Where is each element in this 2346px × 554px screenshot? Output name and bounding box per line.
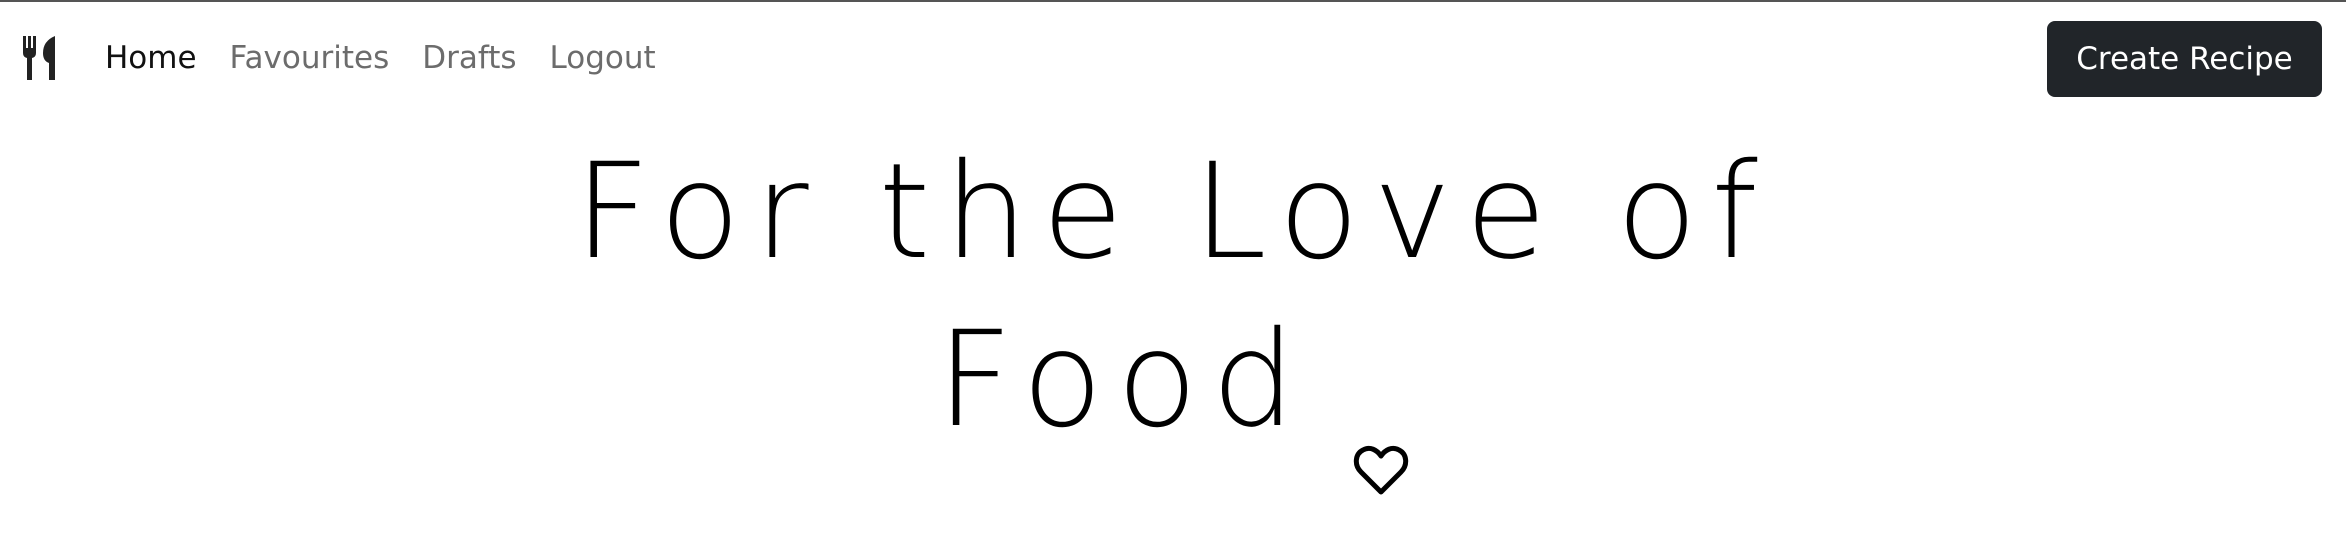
create-recipe-button[interactable]: Create Recipe (2047, 21, 2322, 97)
nav-favourites-link[interactable]: Favourites (230, 40, 390, 76)
heart-icon (1353, 368, 1409, 495)
hero-title-line-2-row: Food (0, 296, 2346, 495)
hero-title-line-2: Food (936, 303, 1310, 457)
brand-utensils-icon[interactable] (22, 36, 58, 80)
nav-links: Home Favourites Drafts Logout (105, 34, 689, 82)
navbar: Home Favourites Drafts Logout Create Rec… (0, 2, 2346, 112)
hero-title-line-1: For the Love of (574, 135, 1772, 289)
nav-logout-link[interactable]: Logout (550, 40, 656, 76)
nav-home-link[interactable]: Home (105, 40, 197, 76)
hero: For the Love of Food (0, 128, 2346, 495)
nav-drafts-link[interactable]: Drafts (422, 40, 516, 76)
